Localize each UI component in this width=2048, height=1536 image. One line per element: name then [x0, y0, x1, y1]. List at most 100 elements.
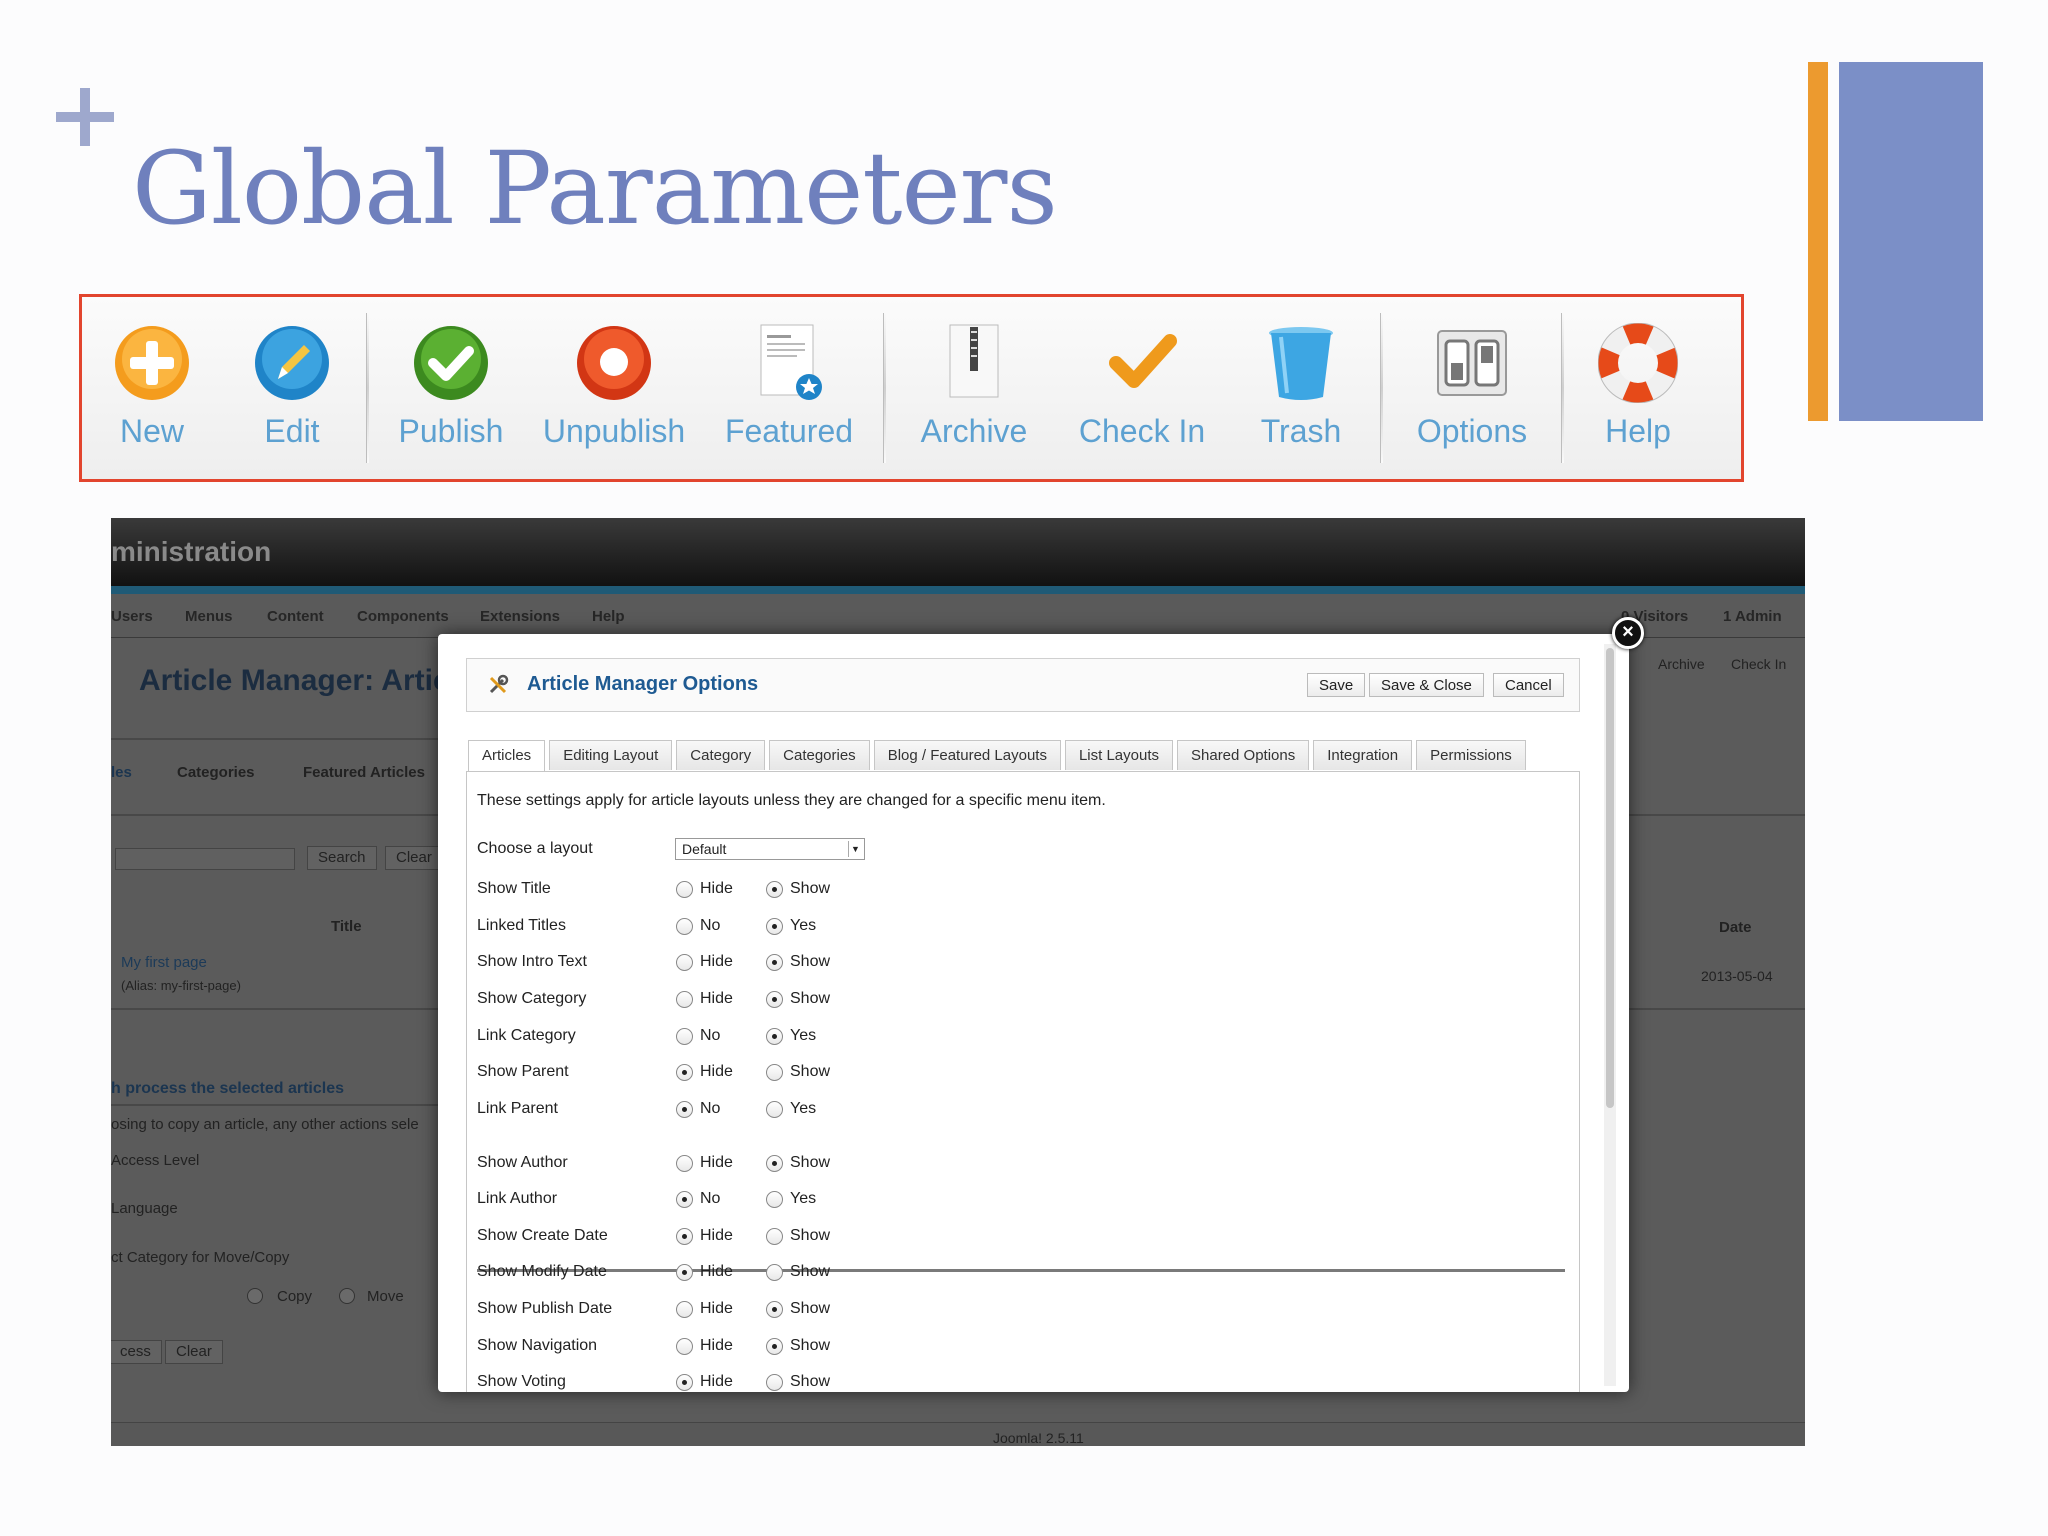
- help-button[interactable]: Help: [1568, 313, 1708, 463]
- batch-access-level: Access Level: [111, 1152, 200, 1169]
- cancel-button[interactable]: Cancel: [1493, 673, 1564, 697]
- option-radio-b[interactable]: [766, 1028, 783, 1045]
- tab-shared-options[interactable]: Shared Options: [1177, 740, 1310, 770]
- tab-editing-layout[interactable]: Editing Layout: [549, 740, 673, 770]
- option-radio-b[interactable]: [766, 918, 783, 935]
- option-label: Link Parent: [477, 1100, 558, 1117]
- layout-select[interactable]: Default ▼: [675, 838, 865, 860]
- layout-select-value: Default: [682, 841, 727, 857]
- options-button[interactable]: Options: [1387, 313, 1557, 463]
- tab-blog-featured-layouts[interactable]: Blog / Featured Layouts: [873, 740, 1061, 770]
- option-radio-label: No: [700, 1100, 721, 1117]
- title-column-header[interactable]: Title: [331, 918, 362, 935]
- option-radio-a[interactable]: [676, 1064, 693, 1081]
- batch-process-button[interactable]: cess: [111, 1340, 162, 1364]
- option-radio-a[interactable]: [676, 1101, 693, 1118]
- options-modal: Article Manager Options Save Save & Clos…: [438, 634, 1629, 1392]
- option-label: Linked Titles: [477, 917, 566, 934]
- option-radio-a[interactable]: [676, 1374, 693, 1391]
- option-radio-label: Show: [790, 1263, 831, 1280]
- pencil-circle-icon: [250, 321, 334, 405]
- option-radio-b[interactable]: [766, 1155, 783, 1172]
- article-title-link[interactable]: My first page: [121, 954, 207, 971]
- tab-integration[interactable]: Integration: [1313, 740, 1413, 770]
- menu-extensions[interactable]: Extensions: [480, 608, 560, 625]
- tab-permissions[interactable]: Permissions: [1416, 740, 1526, 770]
- option-radio-b[interactable]: [766, 1191, 783, 1208]
- option-radio-b[interactable]: [766, 881, 783, 898]
- menu-help[interactable]: Help: [592, 608, 625, 625]
- option-radio-b[interactable]: [766, 991, 783, 1008]
- chevron-down-icon[interactable]: ▼: [848, 841, 862, 857]
- save-close-button[interactable]: Save & Close: [1369, 673, 1484, 697]
- option-label: Link Author: [477, 1190, 558, 1207]
- option-radio-a[interactable]: [676, 991, 693, 1008]
- save-button[interactable]: Save: [1307, 673, 1366, 697]
- admin-clear-button[interactable]: Clear: [385, 846, 443, 870]
- archive-button[interactable]: Archive: [890, 313, 1058, 463]
- divider: [111, 1104, 441, 1106]
- option-radio-b[interactable]: [766, 1064, 783, 1081]
- tab-articles[interactable]: Articles: [468, 740, 546, 772]
- option-radio-b[interactable]: [766, 1301, 783, 1318]
- tab-category[interactable]: Category: [676, 740, 766, 770]
- admin-tab-categories[interactable]: Categories: [177, 764, 255, 781]
- option-radio-a[interactable]: [676, 1338, 693, 1355]
- new-button[interactable]: New: [82, 313, 222, 463]
- option-radio-b[interactable]: [766, 954, 783, 971]
- option-radio-b[interactable]: [766, 1101, 783, 1118]
- option-radio-label: No: [700, 1190, 721, 1207]
- option-radio-label: Show: [790, 1300, 831, 1317]
- admin-tab-featured[interactable]: Featured Articles: [303, 764, 425, 781]
- menu-menus[interactable]: Menus: [185, 608, 233, 625]
- menu-users[interactable]: Users: [111, 608, 153, 625]
- option-radio-b[interactable]: [766, 1228, 783, 1245]
- admin-search-input[interactable]: [115, 848, 295, 870]
- option-radio-a[interactable]: [676, 881, 693, 898]
- option-label: Show Title: [477, 880, 551, 897]
- menu-components[interactable]: Components: [357, 608, 449, 625]
- edit-button[interactable]: Edit: [222, 313, 362, 463]
- batch-note: osing to copy an article, any other acti…: [111, 1116, 419, 1133]
- unpublish-button[interactable]: Unpublish: [529, 313, 699, 463]
- admin-tab-articles[interactable]: les: [111, 764, 132, 781]
- tab-categories[interactable]: Categories: [769, 740, 870, 770]
- option-radio-b[interactable]: [766, 1338, 783, 1355]
- option-radio-a[interactable]: [676, 1301, 693, 1318]
- option-label: Show Intro Text: [477, 953, 587, 970]
- unpublish-label: Unpublish: [542, 413, 686, 449]
- option-radio-a[interactable]: [676, 1028, 693, 1045]
- copy-radio[interactable]: [247, 1288, 263, 1304]
- featured-button[interactable]: Featured: [699, 313, 879, 463]
- tab-list-layouts[interactable]: List Layouts: [1064, 740, 1173, 770]
- option-radio-a[interactable]: [676, 1228, 693, 1245]
- option-radio-label: Hide: [700, 1227, 733, 1244]
- option-radio-a[interactable]: [676, 954, 693, 971]
- admin-header-title: ministration: [111, 536, 272, 567]
- move-label: Move: [367, 1288, 404, 1305]
- bg-checkin-label[interactable]: Check In: [1731, 656, 1786, 672]
- option-radio-label: Show: [790, 1337, 831, 1354]
- menu-content[interactable]: Content: [267, 608, 324, 625]
- bg-archive-label[interactable]: Archive: [1658, 656, 1705, 672]
- check-in-button[interactable]: Check In: [1058, 313, 1226, 463]
- option-label: Show Category: [477, 990, 587, 1007]
- option-radio-a[interactable]: [676, 1264, 693, 1281]
- option-radio-a[interactable]: [676, 1191, 693, 1208]
- scrollbar-thumb[interactable]: [1606, 648, 1614, 1108]
- option-radio-a[interactable]: [676, 918, 693, 935]
- publish-button[interactable]: Publish: [373, 313, 529, 463]
- move-radio[interactable]: [339, 1288, 355, 1304]
- new-label: New: [119, 413, 184, 449]
- modal-scrollbar[interactable]: [1604, 644, 1616, 1386]
- close-icon[interactable]: ×: [1612, 617, 1644, 649]
- option-radio-b[interactable]: [766, 1374, 783, 1391]
- trash-label: Trash: [1260, 413, 1342, 449]
- option-radio-label: Yes: [790, 1027, 817, 1044]
- batch-clear-button[interactable]: Clear: [165, 1340, 223, 1364]
- trash-button[interactable]: Trash: [1226, 313, 1376, 463]
- admin-search-button[interactable]: Search: [307, 846, 377, 870]
- option-radio-a[interactable]: [676, 1155, 693, 1172]
- option-radio-b[interactable]: [766, 1264, 783, 1281]
- date-column-header[interactable]: Date: [1719, 919, 1752, 936]
